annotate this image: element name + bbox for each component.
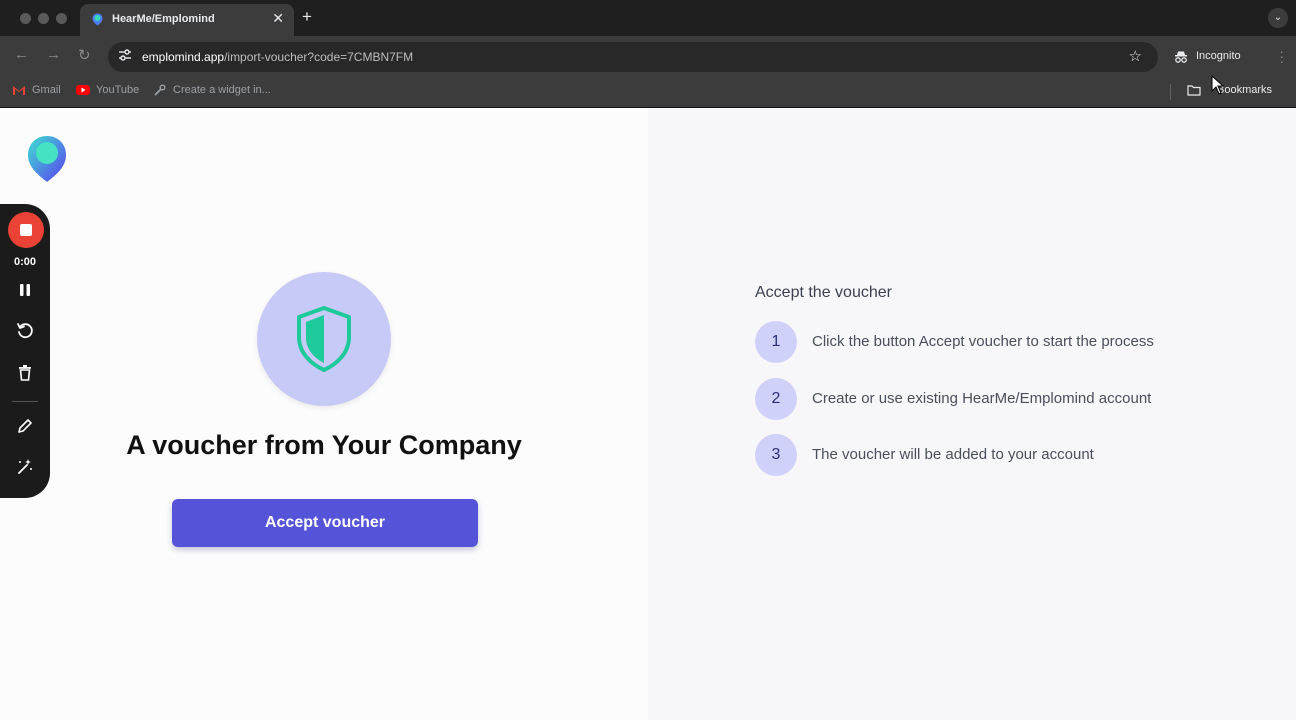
incognito-badge[interactable]: Incognito xyxy=(1166,43,1256,71)
all-bookmarks-label: Bookmarks xyxy=(1217,84,1273,96)
bookmarks-divider xyxy=(1170,84,1171,100)
url-text: emplomind.app/import-voucher?code=7CMBN7… xyxy=(142,50,413,64)
tab-strip: HearMe/Emplomind ✕ + ⌄ xyxy=(0,0,1296,36)
recorder-divider xyxy=(12,401,38,402)
tab-title: HearMe/Emplomind xyxy=(112,13,215,25)
step-number: 3 xyxy=(755,434,797,476)
voucher-title: A voucher from Your Company xyxy=(126,430,522,460)
browser-chrome: HearMe/Emplomind ✕ + ⌄ ← → ↻ emplomind.a… xyxy=(0,0,1296,108)
voucher-panel: A voucher from Your Company Accept vouch… xyxy=(0,108,648,720)
step-number: 1 xyxy=(755,321,797,363)
close-window-button[interactable] xyxy=(20,13,31,24)
bookmark-gmail[interactable]: Gmail xyxy=(12,84,61,96)
steps-heading: Accept the voucher xyxy=(755,284,892,301)
site-settings-icon[interactable] xyxy=(118,48,132,62)
accept-voucher-button[interactable]: Accept voucher xyxy=(172,499,478,547)
youtube-icon xyxy=(76,85,90,95)
all-bookmarks-button[interactable]: Bookmarks xyxy=(1187,84,1272,96)
pause-icon[interactable] xyxy=(15,280,35,300)
stop-recording-button[interactable] xyxy=(8,212,44,248)
trash-icon[interactable] xyxy=(15,363,35,383)
shield-icon xyxy=(297,306,351,372)
tab-search-button[interactable]: ⌄ xyxy=(1268,8,1288,28)
site-favicon-icon xyxy=(92,13,103,26)
incognito-label: Incognito xyxy=(1196,50,1241,62)
minimize-window-button[interactable] xyxy=(38,13,49,24)
active-tab[interactable]: HearMe/Emplomind ✕ xyxy=(80,4,294,36)
url-path: /import-voucher?code=7CMBN7FM xyxy=(224,50,414,64)
step-number: 2 xyxy=(755,378,797,420)
mouse-cursor-icon xyxy=(1211,75,1225,95)
step-item: 3 The voucher will be added to your acco… xyxy=(755,434,1275,476)
restart-icon[interactable] xyxy=(15,321,35,341)
toolbar: ← → ↻ emplomind.app/import-voucher?code=… xyxy=(0,36,1296,78)
reload-icon[interactable]: ↻ xyxy=(78,46,91,64)
tab-close-icon[interactable]: ✕ xyxy=(272,10,284,27)
bookmark-label: YouTube xyxy=(96,84,140,96)
bookmark-star-icon[interactable]: ☆ xyxy=(1129,47,1142,65)
step-text: The voucher will be added to your accoun… xyxy=(812,446,1094,463)
maximize-window-button[interactable] xyxy=(56,13,67,24)
effects-wand-icon[interactable] xyxy=(15,457,35,477)
step-text: Create or use existing HearMe/Emplomind … xyxy=(812,390,1152,407)
pencil-icon[interactable] xyxy=(15,416,35,436)
step-item: 2 Create or use existing HearMe/Emplomin… xyxy=(755,378,1275,420)
incognito-icon xyxy=(1175,51,1187,63)
bookmark-create-widget[interactable]: Create a widget in... xyxy=(153,84,271,96)
bookmark-label: Create a widget in... xyxy=(173,84,271,96)
screen-recorder-toolbar: 0:00 xyxy=(0,204,50,498)
app-logo-icon xyxy=(28,136,66,182)
back-icon[interactable]: ← xyxy=(14,46,29,63)
bookmarks-bar: Gmail YouTube Create a widget in... Book… xyxy=(0,78,1296,108)
folder-icon xyxy=(1187,85,1201,96)
page-content: A voucher from Your Company Accept vouch… xyxy=(0,108,1296,720)
bookmark-youtube[interactable]: YouTube xyxy=(76,84,139,96)
shield-badge xyxy=(257,272,391,406)
bookmark-label: Gmail xyxy=(32,84,61,96)
url-host: emplomind.app xyxy=(142,50,225,64)
step-item: 1 Click the button Accept voucher to sta… xyxy=(755,321,1275,363)
wrench-icon xyxy=(154,84,166,96)
browser-menu-icon[interactable]: · · · xyxy=(1279,44,1284,68)
step-text: Click the button Accept voucher to start… xyxy=(812,333,1154,350)
gmail-icon xyxy=(13,86,25,95)
address-bar[interactable]: emplomind.app/import-voucher?code=7CMBN7… xyxy=(108,42,1158,72)
recording-timer: 0:00 xyxy=(13,256,37,268)
forward-icon[interactable]: → xyxy=(46,46,61,63)
new-tab-button[interactable]: + xyxy=(302,7,312,27)
